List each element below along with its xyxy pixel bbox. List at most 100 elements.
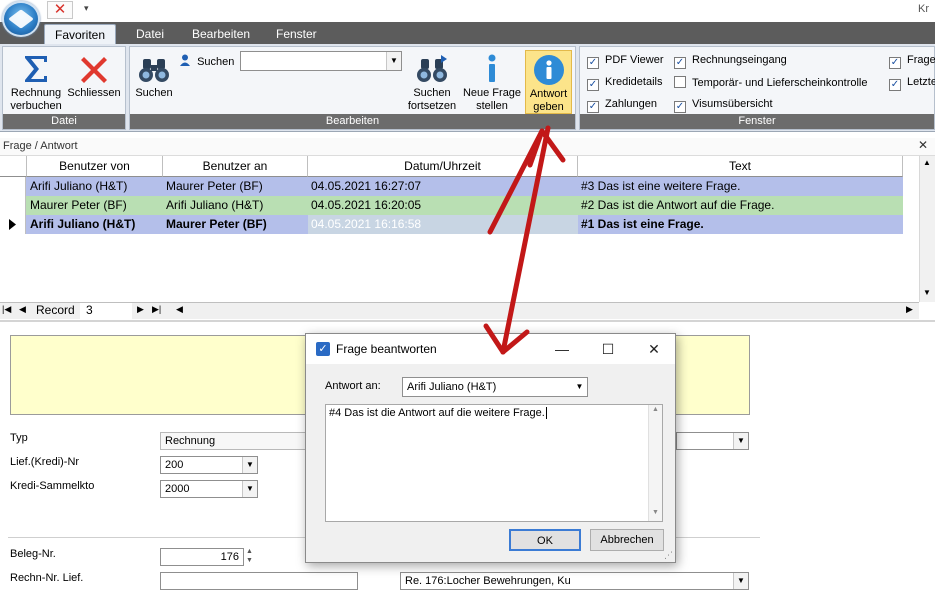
dialog-title-bar[interactable]: ✓ Frage beantworten — ☐ ✕ bbox=[306, 334, 675, 364]
rechnung-select-dropdown[interactable]: Re. 176:Locher Bewehrungen, Ku ▼ bbox=[400, 572, 749, 590]
checkbox-zahlungen-label: Zahlungen bbox=[605, 98, 657, 110]
chevron-down-icon[interactable]: ▼ bbox=[572, 378, 587, 396]
window-title-bar bbox=[0, 0, 935, 22]
rechn-nr-lief-input[interactable] bbox=[160, 572, 358, 590]
cell-text: #1 Das ist eine Frage. bbox=[581, 217, 704, 231]
scroll-down-icon[interactable]: ▼ bbox=[923, 288, 931, 297]
maximize-icon[interactable]: ☐ bbox=[593, 339, 623, 359]
checkbox-zahlungen[interactable]: ✓ Zahlungen bbox=[587, 98, 657, 113]
typ-dropdown-right[interactable]: ▼ bbox=[676, 432, 749, 450]
chevron-down-icon[interactable]: ▼ bbox=[733, 573, 748, 589]
schliessen-button[interactable]: Schliessen bbox=[65, 53, 123, 100]
checkbox-rechnungseingang[interactable]: ✓ Rechnungseingang bbox=[674, 54, 787, 69]
table-row[interactable]: Arifi Juliano (H&T) Maurer Peter (BF) 04… bbox=[0, 177, 903, 196]
antwort-geben-label-2: geben bbox=[533, 101, 564, 113]
answer-to-value: Arifi Juliano (H&T) bbox=[407, 381, 497, 393]
row-selector-current[interactable] bbox=[0, 215, 26, 234]
tab-datei[interactable]: Datei bbox=[126, 24, 174, 44]
row-selector[interactable] bbox=[0, 196, 26, 215]
tab-fenster[interactable]: Fenster bbox=[266, 24, 327, 44]
answer-to-dropdown[interactable]: Arifi Juliano (H&T) ▼ bbox=[402, 377, 588, 397]
column-header-benutzer-an[interactable]: Benutzer an bbox=[163, 156, 308, 177]
suchen-fortsetzen-label-1: Suchen bbox=[413, 87, 451, 99]
grid-vertical-scrollbar[interactable]: ▲ ▼ bbox=[919, 156, 935, 302]
first-record-icon[interactable]: |◀ bbox=[2, 304, 11, 315]
answer-to-label: Antwort an: bbox=[325, 380, 381, 392]
antwort-geben-button[interactable]: Antwort geben bbox=[525, 50, 572, 114]
cell-datum: 04.05.2021 16:27:07 bbox=[311, 179, 422, 193]
last-record-icon[interactable]: ▶| bbox=[152, 304, 161, 315]
lief-kredi-nr-dropdown[interactable]: 200 ▼ bbox=[160, 456, 258, 474]
checkbox-temporaer-lieferscheinkontrolle[interactable]: Temporär- und Lieferscheinkontrolle bbox=[674, 76, 867, 89]
ok-button[interactable]: OK bbox=[509, 529, 581, 551]
scroll-right-icon[interactable]: ▶ bbox=[906, 304, 913, 315]
cell-benutzer-von: Maurer Peter (BF) bbox=[30, 198, 127, 212]
rechnung-verbuchen-label-2: verbuchen bbox=[10, 100, 62, 112]
cancel-button[interactable]: Abbrechen bbox=[590, 529, 664, 551]
checkbox-frage[interactable]: ✓ Frage bbox=[889, 54, 935, 69]
cell-benutzer-von: Arifi Juliano (H&T) bbox=[30, 217, 136, 231]
suchen-button[interactable]: Suchen bbox=[134, 53, 174, 100]
scroll-left-icon[interactable]: ◀ bbox=[176, 304, 183, 315]
panel-title: Frage / Antwort bbox=[0, 138, 935, 156]
info-circle-icon bbox=[533, 55, 564, 85]
checkbox-unchecked-icon bbox=[674, 76, 686, 88]
suchen-fortsetzen-label-2: fortsetzen bbox=[407, 100, 457, 112]
panel-close-icon[interactable]: ✕ bbox=[918, 138, 928, 152]
textarea-scrollbar[interactable]: ▲ ▼ bbox=[648, 405, 662, 521]
scroll-up-icon[interactable]: ▲ bbox=[923, 158, 931, 167]
cell-text: #3 Das ist eine weitere Frage. bbox=[581, 179, 741, 193]
close-icon[interactable]: ✕ bbox=[639, 339, 669, 359]
scroll-down-icon[interactable]: ▼ bbox=[652, 509, 659, 516]
chevron-down-icon[interactable]: ▼ bbox=[242, 481, 257, 497]
beleg-nr-input[interactable]: 176 bbox=[160, 548, 244, 566]
resize-grip-icon[interactable]: ⋰ bbox=[664, 550, 673, 561]
kredi-sammelkto-label: Kredi-Sammelkto bbox=[10, 480, 95, 492]
checkbox-pdf-viewer[interactable]: ✓ PDF Viewer bbox=[587, 54, 663, 69]
tab-bearbeiten[interactable]: Bearbeiten bbox=[182, 24, 260, 44]
checkbox-checked-icon: ✓ bbox=[674, 57, 686, 69]
rechnung-select-value: Re. 176:Locher Bewehrungen, Ku bbox=[405, 575, 571, 587]
next-record-icon[interactable]: ▶ bbox=[137, 304, 144, 315]
table-row-current[interactable]: Arifi Juliano (H&T) Maurer Peter (BF) 04… bbox=[0, 215, 903, 234]
frage-beantworten-dialog: ✓ Frage beantworten — ☐ ✕ Antwort an: Ar… bbox=[305, 333, 676, 563]
table-row[interactable]: Maurer Peter (BF) Arifi Juliano (H&T) 04… bbox=[0, 196, 903, 215]
rechnung-verbuchen-button[interactable]: Rechnung verbuchen bbox=[7, 53, 65, 113]
ribbon-group-bearbeiten: Suchen Suchen ▼ Suchen fortsetzen Neue F… bbox=[129, 46, 576, 130]
app-menu-orb-icon[interactable] bbox=[2, 1, 40, 37]
cell-datum-focused[interactable]: 04.05.2021 16:16:58 bbox=[308, 215, 578, 234]
rechn-nr-lief-label: Rechn-Nr. Lief. bbox=[10, 572, 84, 584]
dialog-app-icon: ✓ bbox=[316, 342, 330, 356]
checkbox-kredidetails[interactable]: ✓ Kredidetails bbox=[587, 76, 662, 91]
checkbox-letzte[interactable]: ✓ Letzte bbox=[889, 76, 935, 91]
kredi-sammelkto-dropdown[interactable]: 2000 ▼ bbox=[160, 480, 258, 498]
typ-field[interactable]: Rechnung bbox=[160, 432, 320, 450]
chevron-down-icon[interactable]: ▼ bbox=[386, 52, 401, 70]
tab-favoriten[interactable]: Favoriten bbox=[44, 24, 117, 44]
cell-datum: 04.05.2021 16:20:05 bbox=[311, 198, 422, 212]
quick-access-close-icon[interactable]: ✕ bbox=[47, 1, 73, 19]
checkbox-visumsuebersicht[interactable]: ✓ Visumsübersicht bbox=[674, 98, 773, 113]
column-header-text[interactable]: Text bbox=[578, 156, 903, 177]
search-dropdown[interactable]: ▼ bbox=[240, 51, 402, 71]
answer-textarea[interactable]: #4 Das ist die Antwort auf die weitere F… bbox=[325, 404, 663, 522]
chevron-down-icon[interactable]: ▼ bbox=[242, 457, 257, 473]
typ-label: Typ bbox=[10, 432, 28, 444]
minimize-icon[interactable]: — bbox=[547, 339, 577, 359]
answer-text: #4 Das ist die Antwort auf die weitere F… bbox=[329, 407, 545, 419]
prev-record-icon[interactable]: ◀ bbox=[19, 304, 26, 315]
row-selector[interactable] bbox=[0, 177, 26, 196]
beleg-nr-spinner-icon[interactable]: ▲ ▼ bbox=[246, 547, 253, 565]
checkbox-checked-icon: ✓ bbox=[889, 79, 901, 91]
column-header-datum[interactable]: Datum/Uhrzeit bbox=[308, 156, 578, 177]
suchen-fortsetzen-button[interactable]: Suchen fortsetzen bbox=[403, 53, 461, 113]
splitter[interactable] bbox=[0, 320, 935, 322]
record-number-input[interactable]: 3 bbox=[80, 303, 132, 319]
column-header-benutzer-von[interactable]: Benutzer von bbox=[27, 156, 163, 177]
scroll-up-icon[interactable]: ▲ bbox=[652, 406, 659, 413]
chevron-down-icon[interactable]: ▼ bbox=[733, 433, 748, 449]
checkbox-rechnungseingang-label: Rechnungseingang bbox=[692, 54, 787, 66]
checkbox-frage-label: Frage bbox=[907, 54, 935, 66]
quick-access-dropdown-icon[interactable]: ▾ bbox=[84, 3, 89, 14]
neue-frage-stellen-button[interactable]: Neue Frage stellen bbox=[461, 53, 523, 113]
